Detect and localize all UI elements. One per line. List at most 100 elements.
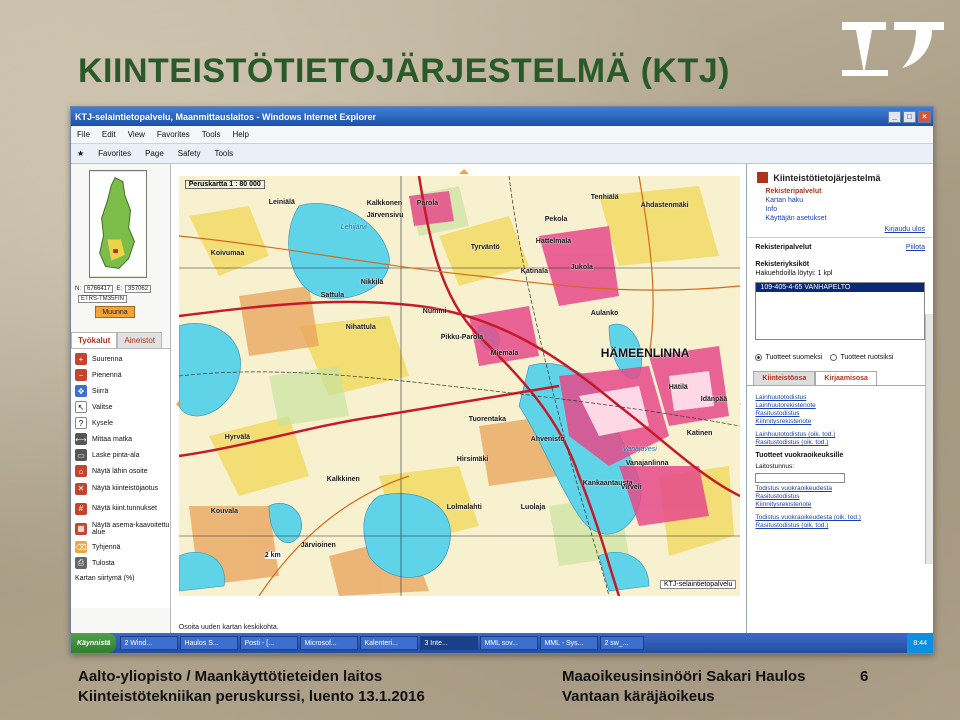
taskbar-item[interactable]: 2 sw_... <box>600 636 645 650</box>
results-list: 109-405-4-65 VANHAPELTO <box>755 282 925 340</box>
ktj-service-label: KTJ-selaintietopalvelu <box>659 580 737 589</box>
map-status-text: Osoita uuden kartan keskikohta. <box>178 624 279 631</box>
doc-link[interactable]: Lainhuutorekisteriote <box>755 402 925 410</box>
tool-zoning[interactable]: ▦ Näytä asema-kaavoitettu alue <box>71 519 170 539</box>
cmd-page[interactable]: Page <box>145 149 164 158</box>
units-title: Rekisteriyksiköt <box>755 261 810 268</box>
tool-label: Näytä kiint.tunnukset <box>92 505 157 513</box>
tool-property-division[interactable]: ✕ Näytä kiinteistöjaotus <box>71 479 170 499</box>
cmd-tools[interactable]: Tools <box>214 149 233 158</box>
zoning-icon: ▦ <box>75 523 87 535</box>
radio-finnish[interactable] <box>755 354 763 361</box>
taskbar-item[interactable]: Haulos S... <box>180 636 239 650</box>
menu-file[interactable]: File <box>77 130 90 139</box>
tab-registration-part[interactable]: Kirjaamisosa <box>815 371 877 385</box>
map-place-label: Katinala <box>520 268 548 275</box>
nav-info[interactable]: Info <box>765 205 933 214</box>
vertical-scrollbar[interactable] <box>924 314 933 564</box>
result-row[interactable]: 109-405-4-65 VANHAPELTO <box>756 283 924 292</box>
doc-link[interactable]: Kiinnitysrekisteriote <box>755 501 925 509</box>
doc-link[interactable]: Rasitustodistus <box>755 410 925 418</box>
tab-tools[interactable]: Työkalut <box>71 332 118 348</box>
logout-link[interactable]: Kirjaudu ulos <box>885 226 925 233</box>
menu-tools[interactable]: Tools <box>202 130 221 139</box>
minimize-button[interactable]: _ <box>888 110 901 123</box>
tool-query[interactable]: ? Kysele <box>71 415 170 431</box>
start-button[interactable]: Käynnistä <box>71 633 117 653</box>
radio-swedish[interactable] <box>830 354 838 361</box>
printer-icon: ⎙ <box>75 557 87 569</box>
n-coordinate-field[interactable]: 6766417 <box>84 285 114 293</box>
doc-link[interactable]: Todistus vuokraoikeudesta (oik. tod.) <box>755 514 925 522</box>
cmd-favorites[interactable]: Favorites <box>98 149 131 158</box>
nav-register-services[interactable]: Rekisteripalvelut <box>765 187 933 196</box>
tool-property-ids[interactable]: # Näytä kiint.tunnukset <box>71 499 170 519</box>
doc-link[interactable]: Rasitustodistus (oik. tod.) <box>755 439 925 447</box>
query-icon: ? <box>75 417 87 429</box>
radio-swedish-label: Tuotteet ruotsiksi <box>840 354 894 361</box>
tool-area[interactable]: ▭ Laske pinta-ala <box>71 447 170 463</box>
map-place-label: Nikkilä <box>360 279 384 286</box>
map-place-label: Kalkkonen <box>366 200 403 207</box>
taskbar-item[interactable]: 2 Wind... <box>120 636 179 650</box>
close-button[interactable]: × <box>918 110 931 123</box>
tool-measure[interactable]: ⟷ Mittaa matka <box>71 431 170 447</box>
map-place-label: Tyrväntö <box>470 244 500 251</box>
tool-label: Näytä lähin osoite <box>92 467 148 475</box>
tool-zoom-in[interactable]: + Suurenna <box>71 351 170 367</box>
nav-map-search[interactable]: Kartan haku <box>765 196 933 205</box>
slide-title: KIINTEISTÖTIETOJÄRJESTELMÄ (KTJ) <box>78 52 730 90</box>
taskbar-item[interactable]: MML sov... <box>480 636 539 650</box>
hide-link[interactable]: Piilota <box>906 244 925 251</box>
menu-favorites[interactable]: Favorites <box>157 130 190 139</box>
tool-label: Kysele <box>92 419 114 427</box>
tool-zoom-out[interactable]: − Pienennä <box>71 367 170 383</box>
taskbar-item[interactable]: Posti - [... <box>240 636 299 650</box>
tab-materials[interactable]: Aineistot <box>117 332 162 348</box>
favorites-star-icon[interactable]: ★ <box>77 149 84 158</box>
map-place-label: Vanajanlinna <box>625 460 669 467</box>
tool-print[interactable]: ⎙ Tulosta <box>71 555 170 571</box>
maximize-button[interactable]: □ <box>903 110 916 123</box>
topographic-map[interactable] <box>178 176 740 596</box>
doc-link[interactable]: Kiinnitysrekisteriote <box>755 418 925 426</box>
tool-clear[interactable]: ⌫ Tyhjennä <box>71 539 170 555</box>
zoom-in-icon: + <box>75 353 87 365</box>
finland-overview-map[interactable] <box>89 170 147 278</box>
map-place-label: Tuorentaka <box>468 416 506 423</box>
lease-id-input[interactable] <box>755 473 846 483</box>
zoom-out-icon: − <box>75 369 87 381</box>
cmd-safety[interactable]: Safety <box>178 149 201 158</box>
taskbar-item[interactable]: Kalenteri... <box>360 636 419 650</box>
tool-nearest-address[interactable]: ⌂ Näytä lähin osoite <box>71 463 170 479</box>
menu-view[interactable]: View <box>128 130 145 139</box>
taskbar-item[interactable]: MML - Sys... <box>540 636 599 650</box>
command-bar: ★ Favorites Page Safety Tools <box>71 144 933 164</box>
tool-select[interactable]: ↖ Valitse <box>71 399 170 415</box>
crs-select[interactable]: ETRS-TM35FIN <box>78 295 128 303</box>
tool-list: + Suurenna − Pienennä ✥ Siirrä ↖ Valitse ? Ky… <box>71 348 170 608</box>
map-place-label: Järvensivu <box>366 212 404 219</box>
coordinate-row: N: 6766417 E: 357062 <box>75 285 170 293</box>
map-place-label: Tenhiälä <box>590 194 619 201</box>
aalto-logo-icon <box>842 22 944 76</box>
tool-pan[interactable]: ✥ Siirrä <box>71 383 170 399</box>
menu-help[interactable]: Help <box>232 130 248 139</box>
nav-user-settings[interactable]: Käyttäjän asetukset <box>765 214 933 223</box>
pan-icon: ✥ <box>75 385 87 397</box>
doc-link[interactable]: Lainhuutotodistus <box>755 394 925 402</box>
pan-north-arrow-icon[interactable] <box>458 164 469 174</box>
taskbar-item[interactable]: 3 Inte... <box>420 636 479 650</box>
map-place-label: Miemala <box>490 350 519 357</box>
doc-link[interactable]: Lainhuutotodistus (oik. tod.) <box>755 431 925 439</box>
doc-link[interactable]: Rasitustodistus (oik. tod.) <box>755 522 925 530</box>
convert-button[interactable]: Muunna <box>95 306 135 318</box>
tool-label: Mittaa matka <box>92 435 133 443</box>
taskbar-item[interactable]: Microsof... <box>300 636 359 650</box>
e-coordinate-field[interactable]: 357062 <box>125 285 152 293</box>
tab-property-part[interactable]: Kiinteistöosa <box>753 371 816 385</box>
doc-link[interactable]: Todistus vuokraoikeudesta <box>755 485 925 493</box>
doc-link[interactable]: Rasitustodistus <box>755 493 925 501</box>
map-area[interactable]: Peruskartta 1 : 80 000 Leiniälä Kalkkone… <box>170 164 747 633</box>
menu-edit[interactable]: Edit <box>102 130 116 139</box>
